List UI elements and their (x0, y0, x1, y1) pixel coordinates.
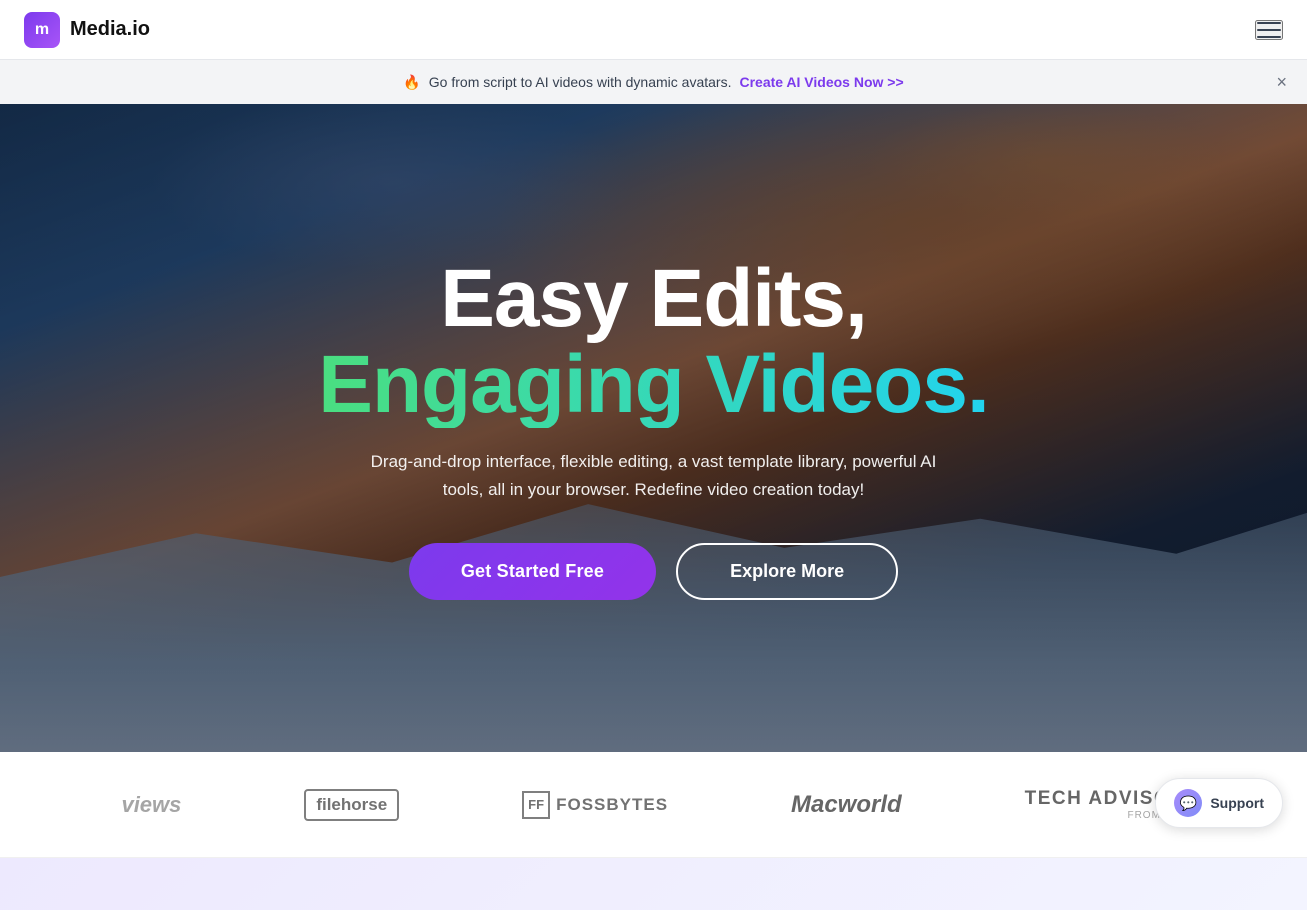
fossbytes-logo: FOSSBYTES (556, 795, 668, 815)
banner-message: Go from script to AI videos with dynamic… (429, 74, 732, 90)
banner-text: 🔥 Go from script to AI videos with dynam… (403, 74, 903, 91)
announcement-banner: 🔥 Go from script to AI videos with dynam… (0, 60, 1307, 104)
hero-section: Easy Edits, Engaging Videos. Drag-and-dr… (0, 104, 1307, 752)
hero-subtitle: Drag-and-drop interface, flexible editin… (353, 448, 953, 502)
list-item: FF FOSSBYTES (522, 791, 668, 819)
logo-text: Media.io (70, 18, 150, 41)
hero-title-line1: Easy Edits, (318, 256, 988, 342)
logos-section: views filehorse FF FOSSBYTES Macworld TE… (0, 752, 1307, 858)
filehorse-logo: filehorse (304, 789, 399, 821)
hero-title-line2: Engaging Videos. (318, 342, 988, 428)
hamburger-line-2 (1257, 29, 1281, 31)
hero-title: Easy Edits, Engaging Videos. (318, 256, 988, 428)
support-label: Support (1210, 795, 1264, 811)
hamburger-menu-button[interactable] (1255, 20, 1283, 40)
banner-close-button[interactable]: × (1276, 73, 1287, 91)
list-item: filehorse (304, 789, 399, 821)
hamburger-line-3 (1257, 36, 1281, 38)
hero-buttons: Get Started Free Explore More (318, 543, 988, 600)
banner-cta-link[interactable]: Create AI Videos Now >> (739, 74, 903, 90)
hero-content: Easy Edits, Engaging Videos. Drag-and-dr… (298, 256, 1008, 600)
navbar: m Media.io (0, 0, 1307, 60)
list-item: views (121, 792, 181, 818)
macworld-logo: Macworld (791, 791, 902, 819)
list-item: Macworld (791, 791, 902, 819)
fire-emoji: 🔥 (403, 74, 420, 91)
fossbytes-icon: FF (522, 791, 550, 819)
bottom-strip (0, 858, 1307, 910)
support-chat-icon: 💬 (1174, 789, 1202, 817)
views-logo: views (121, 792, 181, 818)
hamburger-line-1 (1257, 22, 1281, 24)
support-button[interactable]: 💬 Support (1155, 778, 1283, 828)
logo-icon: m (24, 12, 60, 48)
get-started-button[interactable]: Get Started Free (409, 543, 656, 600)
explore-more-button[interactable]: Explore More (676, 543, 898, 600)
logo-container[interactable]: m Media.io (24, 12, 150, 48)
